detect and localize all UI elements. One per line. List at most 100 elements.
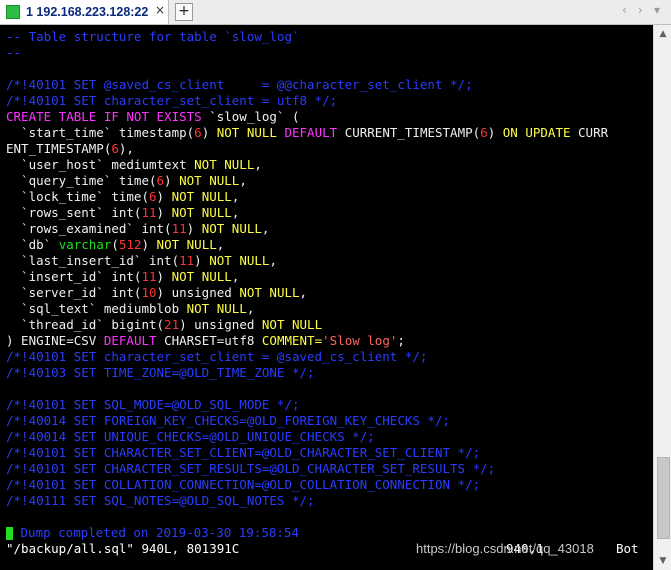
terminal-line: /*!40101 SET COLLATION_CONNECTION=@OLD_C… xyxy=(6,477,653,493)
code-token: `lock_time` time( xyxy=(6,189,149,204)
code-token: NOT NULL xyxy=(239,285,300,300)
terminal-line: CREATE TABLE IF NOT EXISTS `slow_log` ( xyxy=(6,109,653,125)
terminal-line: /*!40101 SET SQL_MODE=@OLD_SQL_MODE */; xyxy=(6,397,653,413)
code-token: , xyxy=(261,221,270,236)
scroll-up-icon[interactable]: ▲ xyxy=(654,25,671,43)
code-token: 6 xyxy=(111,141,119,156)
terminal-line: /*!40101 SET @saved_cs_client = @@charac… xyxy=(6,77,653,93)
code-token: ) xyxy=(194,253,210,268)
code-token: 512 xyxy=(118,237,142,252)
connected-status-icon xyxy=(6,5,20,19)
code-token: , xyxy=(269,253,277,268)
code-token: CHARSET=utf8 xyxy=(164,333,262,348)
code-token: ) xyxy=(201,125,217,140)
close-tab-icon[interactable]: × xyxy=(155,3,165,17)
code-token: /*!40101 SET CHARACTER_SET_RESULTS=@OLD_… xyxy=(6,461,496,476)
code-token: /*!40101 SET COLLATION_CONNECTION=@OLD_C… xyxy=(6,477,481,492)
code-token: ), xyxy=(118,141,134,156)
scroll-down-icon[interactable]: ▼ xyxy=(654,552,671,570)
session-tab-active[interactable]: 1 192.168.223.128:22 × xyxy=(0,0,169,24)
code-token: 6 xyxy=(480,125,488,140)
code-token: NOT NULL xyxy=(179,173,240,188)
code-token: , xyxy=(239,173,247,188)
code-token: /*!40103 SET TIME_ZONE=@OLD_TIME_ZONE */… xyxy=(6,365,315,380)
code-token: ) xyxy=(141,237,157,252)
terminal-line: /*!40101 SET CHARACTER_SET_CLIENT=@OLD_C… xyxy=(6,445,653,461)
terminal-line: ENT_TIMESTAMP(6), xyxy=(6,141,653,157)
tab-list-menu-icon[interactable]: ▾ xyxy=(654,3,660,17)
terminal-cursor: - xyxy=(6,527,13,540)
code-token: COMMENT= xyxy=(261,333,323,348)
code-token: 'Slow log' xyxy=(322,333,398,348)
add-tab-button[interactable]: + xyxy=(175,3,193,21)
code-token: CREATE TABLE IF NOT EXISTS xyxy=(6,109,210,124)
code-token: ON UPDATE xyxy=(502,125,579,140)
terminal-line: /*!40014 SET UNIQUE_CHECKS=@OLD_UNIQUE_C… xyxy=(6,429,653,445)
terminal-line: `user_host` mediumtext NOT NULL, xyxy=(6,157,653,173)
watermark-text: https://blog.csdn.net/qq_43018 xyxy=(416,541,594,556)
code-token: 6 xyxy=(149,189,157,204)
code-token: 11 xyxy=(171,221,187,236)
code-token: Dump completed on 2019-03-30 19:58:54 xyxy=(13,525,299,540)
terminal-line: `rows_sent` int(11) NOT NULL, xyxy=(6,205,653,221)
terminal-line: ) ENGINE=CSV DEFAULT CHARSET=utf8 COMMEN… xyxy=(6,333,653,349)
tab-scroll-left-icon[interactable]: ‹ xyxy=(622,3,627,17)
code-token: ) unsigned xyxy=(179,317,262,332)
code-token: NOT NULL xyxy=(201,221,262,236)
code-token: `user_host` mediumtext xyxy=(6,157,195,172)
code-token: ) xyxy=(156,189,172,204)
terminal-line: `insert_id` int(11) NOT NULL, xyxy=(6,269,653,285)
terminal-line: `rows_examined` int(11) NOT NULL, xyxy=(6,221,653,237)
code-token: ) xyxy=(156,269,172,284)
code-token: `rows_examined` int( xyxy=(6,221,172,236)
tab-scroll-right-icon[interactable]: › xyxy=(638,3,643,17)
terminal-line: `server_id` int(10) unsigned NOT NULL, xyxy=(6,285,653,301)
terminal-line: -- xyxy=(6,45,653,61)
terminal-line: `lock_time` time(6) NOT NULL, xyxy=(6,189,653,205)
code-token: 6 xyxy=(156,173,165,188)
code-token: , xyxy=(246,301,255,316)
terminal-line: `sql_text` mediumblob NOT NULL, xyxy=(6,301,653,317)
code-token: `server_id` int( xyxy=(6,285,142,300)
scroll-percent: Bot xyxy=(616,541,639,556)
terminal-lines: -- Table structure for table `slow_log` -… xyxy=(6,29,653,557)
code-token: CURR xyxy=(578,125,609,140)
tab-bar: 1 192.168.223.128:22 × + ‹ › ▾ xyxy=(0,0,671,25)
code-token: `query_time` time( xyxy=(6,173,157,188)
terminal-line: /*!40014 SET FOREIGN_KEY_CHECKS=@OLD_FOR… xyxy=(6,413,653,429)
code-token: NOT NULL xyxy=(171,205,232,220)
scroll-thumb[interactable] xyxy=(657,457,670,539)
file-info: "/backup/all.sql" 940L, 801391C xyxy=(6,541,240,556)
code-token: 6 xyxy=(194,125,202,140)
code-token: NOT NULL xyxy=(156,237,217,252)
terminal-line: -- Table structure for table `slow_log` xyxy=(6,29,653,45)
code-token: ENT_TIMESTAMP( xyxy=(6,141,112,156)
terminal-line: /*!40101 SET character_set_client = @sav… xyxy=(6,349,653,365)
terminal-scrollbar[interactable]: ▲ ▼ xyxy=(653,25,671,570)
code-token: 10 xyxy=(141,285,157,300)
code-token: `start_time` timestamp( xyxy=(6,125,195,140)
code-token: varchar xyxy=(58,237,112,252)
code-token: , xyxy=(254,157,262,172)
code-token: , xyxy=(299,285,308,300)
code-token: DEFAULT xyxy=(284,125,345,140)
session-tab-label: 1 192.168.223.128:22 xyxy=(26,5,149,19)
code-token: NOT NULL xyxy=(216,125,285,140)
code-token: 11 xyxy=(179,253,195,268)
code-token: , xyxy=(231,205,240,220)
code-token: NOT NULL xyxy=(171,269,232,284)
code-token: ) xyxy=(186,221,202,236)
code-token: ( xyxy=(111,237,119,252)
terminal-line: `last_insert_id` int(11) NOT NULL, xyxy=(6,253,653,269)
terminal-line: `query_time` time(6) NOT NULL, xyxy=(6,173,653,189)
code-token: /*!40101 SET SQL_MODE=@OLD_SQL_MODE */; xyxy=(6,397,300,412)
code-token: DEFAULT xyxy=(103,333,165,348)
code-token: CURRENT_TIMESTAMP( xyxy=(344,125,481,140)
code-token: `slow_log` ( xyxy=(209,109,300,124)
code-token: ) xyxy=(487,125,503,140)
terminal-screen[interactable]: -- Table structure for table `slow_log` -… xyxy=(0,25,653,570)
code-token: 21 xyxy=(164,317,180,332)
code-token: /*!40101 SET character_set_client = utf8… xyxy=(6,93,338,108)
